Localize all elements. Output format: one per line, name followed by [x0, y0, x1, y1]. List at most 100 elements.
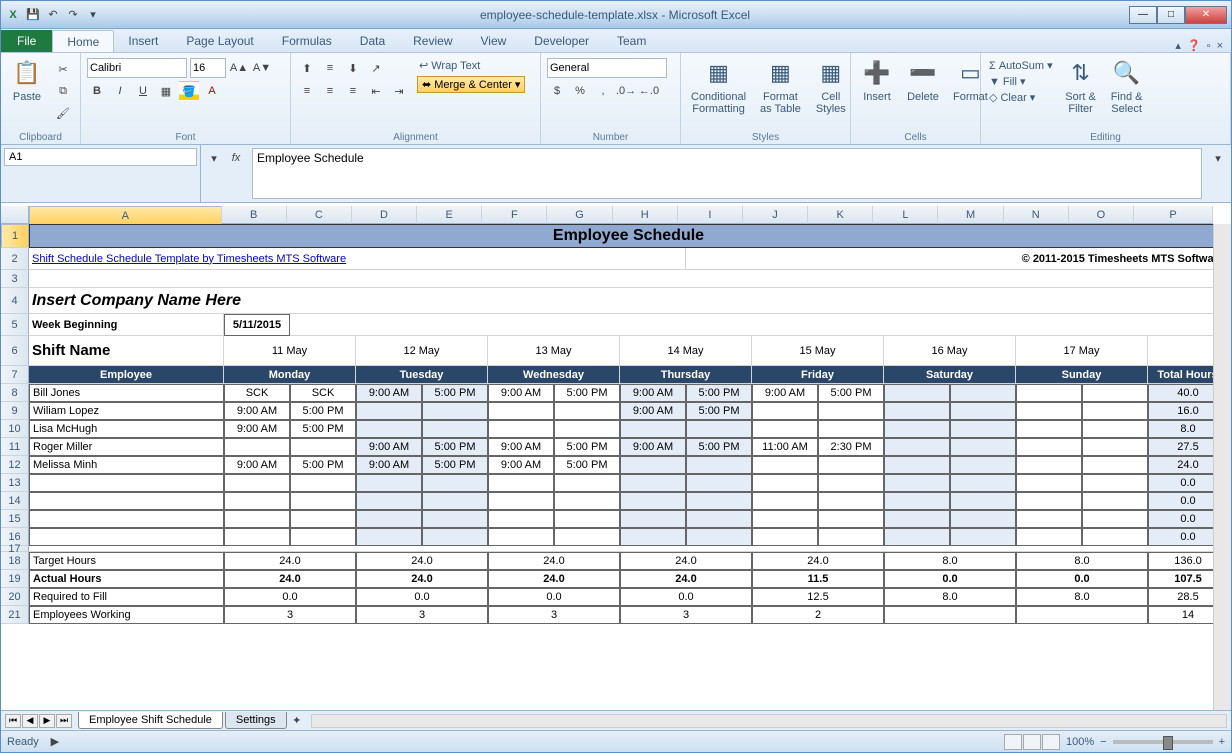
- expand-formula-icon[interactable]: ▾: [1208, 148, 1228, 168]
- fx-icon[interactable]: fx: [226, 148, 246, 168]
- cell[interactable]: [488, 492, 554, 510]
- cell[interactable]: 24.0: [224, 552, 356, 570]
- cell[interactable]: 9:00 AM: [224, 420, 290, 438]
- cell[interactable]: [818, 474, 884, 492]
- cell[interactable]: [224, 438, 290, 456]
- cell[interactable]: SCK: [224, 384, 290, 402]
- cell[interactable]: [290, 510, 356, 528]
- cell[interactable]: [1016, 384, 1082, 402]
- cell[interactable]: 11:00 AM: [752, 438, 818, 456]
- cell[interactable]: 8.0: [1016, 552, 1148, 570]
- cell[interactable]: [290, 314, 1228, 336]
- copy-icon[interactable]: ⧉: [53, 81, 73, 101]
- cell[interactable]: [884, 438, 950, 456]
- column-header[interactable]: H: [613, 206, 678, 224]
- row-header[interactable]: 19: [1, 570, 29, 588]
- cell[interactable]: [422, 420, 488, 438]
- cell[interactable]: [620, 420, 686, 438]
- insert-cells-button[interactable]: ➕Insert: [857, 55, 897, 130]
- cell[interactable]: [1082, 420, 1148, 438]
- cell[interactable]: [488, 402, 554, 420]
- cell[interactable]: ​: [1016, 606, 1148, 624]
- clear-button[interactable]: ◇Clear▾: [987, 90, 1055, 105]
- cell[interactable]: 15 May: [752, 336, 884, 366]
- cell[interactable]: 24.0: [752, 552, 884, 570]
- format-as-table-button[interactable]: ▦Format as Table: [756, 55, 805, 130]
- cell[interactable]: 12 May: [356, 336, 488, 366]
- cell[interactable]: [554, 402, 620, 420]
- cell[interactable]: [818, 402, 884, 420]
- column-header[interactable]: M: [938, 206, 1003, 224]
- cell[interactable]: [620, 528, 686, 546]
- cell[interactable]: 8.0: [1016, 588, 1148, 606]
- row-header[interactable]: 8: [1, 384, 29, 402]
- view-layout-icon[interactable]: [1023, 734, 1041, 750]
- qat-dropdown-icon[interactable]: ▾: [85, 7, 101, 23]
- cell[interactable]: [554, 474, 620, 492]
- cell[interactable]: [488, 510, 554, 528]
- cell[interactable]: 9:00 AM: [224, 456, 290, 474]
- tab-home[interactable]: Home: [52, 30, 114, 52]
- cell[interactable]: Required to Fill: [29, 588, 224, 606]
- row-header[interactable]: 21: [1, 606, 29, 624]
- cell[interactable]: [356, 510, 422, 528]
- cell[interactable]: [950, 528, 1016, 546]
- align-middle-icon[interactable]: ≡: [320, 58, 340, 78]
- underline-button[interactable]: U: [133, 81, 153, 101]
- help-icon[interactable]: ❓: [1187, 39, 1201, 52]
- undo-icon[interactable]: ↶: [45, 7, 61, 23]
- cell[interactable]: [29, 270, 1228, 288]
- align-center-icon[interactable]: ≡: [320, 81, 340, 101]
- cell[interactable]: Bill Jones: [29, 384, 224, 402]
- cell[interactable]: [422, 510, 488, 528]
- align-top-icon[interactable]: ⬆: [297, 58, 317, 78]
- cell[interactable]: 5:00 PM: [686, 384, 752, 402]
- formula-bar[interactable]: Employee Schedule: [252, 148, 1202, 199]
- cell[interactable]: [422, 528, 488, 546]
- cell[interactable]: 5:00 PM: [290, 420, 356, 438]
- cell[interactable]: [818, 492, 884, 510]
- cell[interactable]: 8.0: [884, 552, 1016, 570]
- cell[interactable]: 0.0: [884, 570, 1016, 588]
- comma-icon[interactable]: ,: [593, 81, 613, 101]
- row-header[interactable]: 12: [1, 456, 29, 474]
- cell[interactable]: [620, 474, 686, 492]
- cell[interactable]: Roger Miller: [29, 438, 224, 456]
- cell[interactable]: 9:00 AM: [488, 456, 554, 474]
- cell[interactable]: [29, 492, 224, 510]
- column-header[interactable]: C: [287, 206, 352, 224]
- cell[interactable]: Wiliam Lopez: [29, 402, 224, 420]
- cell[interactable]: [818, 456, 884, 474]
- cell[interactable]: [1016, 510, 1082, 528]
- paste-button[interactable]: 📋 Paste: [7, 55, 47, 130]
- cell[interactable]: [884, 474, 950, 492]
- row-header[interactable]: 20: [1, 588, 29, 606]
- cell[interactable]: [488, 420, 554, 438]
- cell[interactable]: [29, 474, 224, 492]
- vertical-scrollbar[interactable]: [1213, 224, 1231, 710]
- cell[interactable]: [752, 528, 818, 546]
- cell[interactable]: 5:00 PM: [686, 438, 752, 456]
- column-header[interactable]: N: [1004, 206, 1069, 224]
- cell[interactable]: [686, 456, 752, 474]
- cell[interactable]: 11.5: [752, 570, 884, 588]
- zoom-level[interactable]: 100%: [1066, 736, 1094, 748]
- tab-developer[interactable]: Developer: [520, 30, 603, 52]
- cell[interactable]: [752, 474, 818, 492]
- cell[interactable]: 24.0: [224, 570, 356, 588]
- save-icon[interactable]: 💾: [25, 7, 41, 23]
- cell[interactable]: 3: [224, 606, 356, 624]
- cell[interactable]: 9:00 AM: [620, 402, 686, 420]
- view-pagebreak-icon[interactable]: [1042, 734, 1060, 750]
- increase-font-icon[interactable]: A▲: [229, 58, 249, 78]
- row-header[interactable]: 10: [1, 420, 29, 438]
- minimize-ribbon-icon[interactable]: ▴: [1175, 39, 1181, 52]
- tab-data[interactable]: Data: [346, 30, 399, 52]
- cell[interactable]: [686, 420, 752, 438]
- cell[interactable]: [1016, 474, 1082, 492]
- close-button[interactable]: ✕: [1185, 6, 1227, 24]
- cell[interactable]: [488, 528, 554, 546]
- cell[interactable]: [224, 528, 290, 546]
- cell[interactable]: [290, 528, 356, 546]
- cell[interactable]: [620, 510, 686, 528]
